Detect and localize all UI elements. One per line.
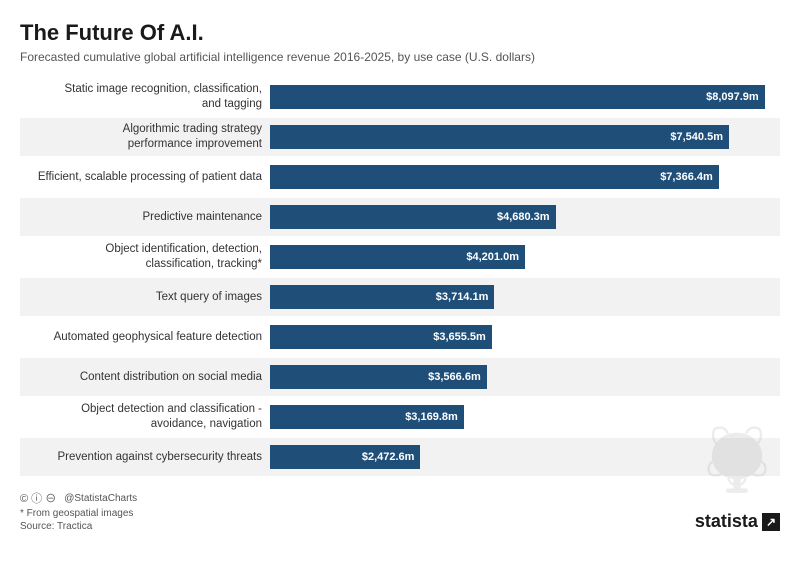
footer-source: Source: Tractica <box>20 521 137 532</box>
bar-label: Predictive maintenance <box>20 210 270 225</box>
bar-fill: $3,169.8m <box>270 405 464 429</box>
footer-handle: @StatistaCharts <box>64 493 137 504</box>
bar-container: $3,714.1m <box>270 278 780 316</box>
bar-row: Algorithmic trading strategyperformance … <box>20 118 780 156</box>
footer-note: * From geospatial images <box>20 508 137 519</box>
bar-value: $8,097.9m <box>706 91 759 103</box>
bar-fill: $4,680.3m <box>270 205 556 229</box>
bar-value: $7,540.5m <box>670 131 723 143</box>
bar-value: $4,201.0m <box>466 251 519 263</box>
bar-label: Automated geophysical feature detection <box>20 330 270 345</box>
bar-value: $3,566.6m <box>428 371 481 383</box>
bar-value: $3,714.1m <box>436 291 489 303</box>
bar-row: Prevention against cybersecurity threats… <box>20 438 780 476</box>
bar-container: $3,566.6m <box>270 358 780 396</box>
bar-label: Text query of images <box>20 290 270 305</box>
footer-left: © ⓘ ⊖ @StatistaCharts * From geospatial … <box>20 490 137 532</box>
bar-value: $4,680.3m <box>497 211 550 223</box>
bar-row: Object identification, detection,classif… <box>20 238 780 276</box>
bar-label: Algorithmic trading strategyperformance … <box>20 122 270 152</box>
bar-container: $8,097.9m <box>270 78 780 116</box>
bar-fill: $2,472.6m <box>270 445 420 469</box>
bar-fill: $3,714.1m <box>270 285 494 309</box>
bar-fill: $4,201.0m <box>270 245 525 269</box>
bar-value: $7,366.4m <box>660 171 713 183</box>
bar-label: Prevention against cybersecurity threats <box>20 450 270 465</box>
bar-fill: $3,566.6m <box>270 365 487 389</box>
chart-title: The Future Of A.I. <box>20 20 780 46</box>
bar-fill: $7,366.4m <box>270 165 719 189</box>
bar-fill: $3,655.5m <box>270 325 492 349</box>
bar-value: $3,169.8m <box>405 411 458 423</box>
bar-row: Object detection and classification -avo… <box>20 398 780 436</box>
cc-icon: © ⓘ ⊖ <box>20 490 56 506</box>
bar-row: Efficient, scalable processing of patien… <box>20 158 780 196</box>
bar-label: Object detection and classification -avo… <box>20 402 270 432</box>
bar-label: Efficient, scalable processing of patien… <box>20 170 270 185</box>
bar-fill: $8,097.9m <box>270 85 765 109</box>
bar-container: $7,366.4m <box>270 158 780 196</box>
bar-row: Automated geophysical feature detection $… <box>20 318 780 356</box>
footer-icons: © ⓘ ⊖ @StatistaCharts <box>20 490 137 506</box>
bar-row: Content distribution on social media $3,5… <box>20 358 780 396</box>
bar-row: Predictive maintenance $4,680.3m <box>20 198 780 236</box>
bar-container: $7,540.5m <box>270 118 780 156</box>
statista-text: statista <box>695 511 758 532</box>
bar-value: $2,472.6m <box>362 451 415 463</box>
brain-icon <box>692 420 782 510</box>
statista-logo: statista ↗ <box>695 511 780 532</box>
chart-subtitle: Forecasted cumulative global artificial … <box>20 50 780 64</box>
infographic-container: The Future Of A.I. Forecasted cumulative… <box>0 0 800 570</box>
bar-container: $4,201.0m <box>270 238 780 276</box>
chart-footer: © ⓘ ⊖ @StatistaCharts * From geospatial … <box>20 486 780 532</box>
bar-label: Object identification, detection,classif… <box>20 242 270 272</box>
bar-fill: $7,540.5m <box>270 125 729 149</box>
chart-area: Static image recognition, classification… <box>20 78 780 476</box>
statista-arrow-icon: ↗ <box>762 513 780 531</box>
bar-container: $3,655.5m <box>270 318 780 356</box>
bar-container: $4,680.3m <box>270 198 780 236</box>
bar-value: $3,655.5m <box>433 331 486 343</box>
bar-row: Text query of images $3,714.1m <box>20 278 780 316</box>
bar-label: Content distribution on social media <box>20 370 270 385</box>
bar-row: Static image recognition, classification… <box>20 78 780 116</box>
bar-label: Static image recognition, classification… <box>20 82 270 112</box>
